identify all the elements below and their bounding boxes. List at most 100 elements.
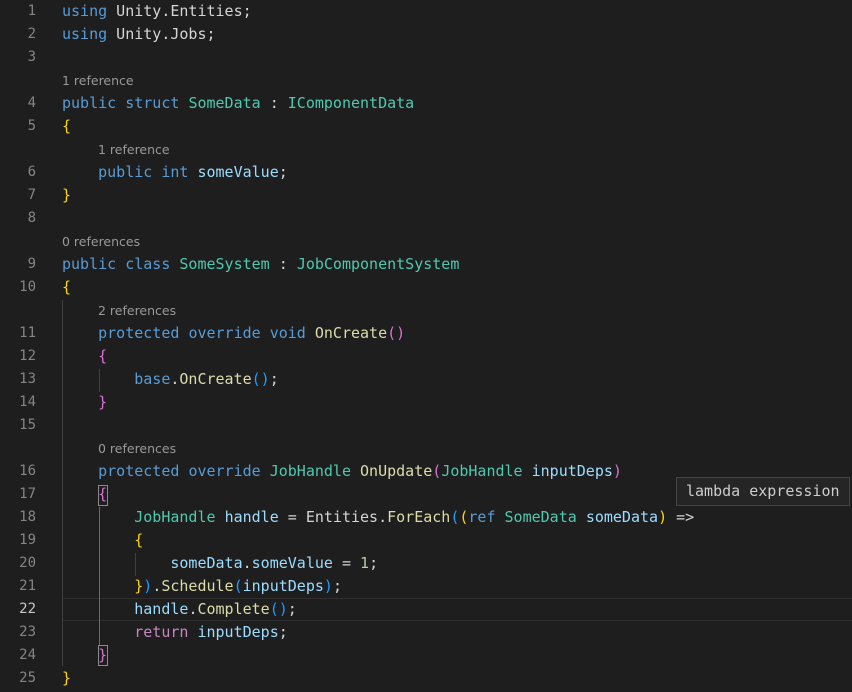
line-code[interactable]: return inputDeps; (62, 621, 288, 644)
code-line[interactable]: 12 { (0, 345, 852, 368)
line-number: 21 (19, 578, 36, 594)
code-line[interactable]: 10 { (0, 276, 852, 299)
codelens-references[interactable]: 0 references (62, 230, 140, 253)
codelens-references[interactable]: 0 references (98, 437, 176, 460)
code-line[interactable]: 5{ (0, 115, 852, 138)
line-code[interactable]: protected override void OnCreate() (62, 322, 405, 345)
code-line[interactable]: 13 base.OnCreate(); (0, 368, 852, 391)
code-line[interactable]: 8 (0, 207, 852, 230)
line-number: 24 (19, 647, 36, 663)
code-token: public (98, 163, 153, 181)
line-code[interactable]: } (62, 644, 107, 667)
code-line[interactable]: 15 (0, 414, 852, 437)
code-token: ; (332, 577, 342, 595)
code-token: Unity.Jobs; (107, 25, 216, 43)
line-number: 22 (19, 601, 36, 617)
code-line[interactable]: 21 }).Schedule(inputDeps); (0, 575, 852, 598)
codelens-references[interactable]: 2 references (98, 299, 176, 322)
line-code[interactable]: base.OnCreate(); (62, 368, 279, 391)
code-line[interactable]: 6 public int someValue; (0, 161, 852, 184)
line-code[interactable]: someData.someValue = 1; (62, 552, 378, 575)
code-token: { (62, 278, 72, 296)
code-token: ) (658, 508, 668, 526)
codelens-references[interactable]: 1 reference (98, 138, 170, 161)
code-line[interactable]: 19 { (0, 529, 852, 552)
code-token: handle (224, 508, 279, 526)
code-line[interactable]: 4 public struct SomeData : IComponentData (0, 92, 852, 115)
line-number: 2 (27, 26, 36, 42)
line-code[interactable]: } (62, 667, 71, 690)
line-code[interactable]: using Unity.Entities; (62, 0, 252, 23)
code-token: int (161, 163, 189, 181)
code-line[interactable]: 11 protected override void OnCreate() (0, 322, 852, 345)
line-code[interactable]: { (62, 115, 71, 138)
line-code[interactable]: public int someValue; (62, 161, 288, 184)
line-code[interactable]: protected override JobHandle OnUpdate(Jo… (62, 460, 622, 483)
code-token: } (134, 577, 144, 595)
code-line[interactable]: 9 public class SomeSystem : JobComponentS… (0, 253, 852, 276)
code-line[interactable]: 7} (0, 184, 852, 207)
code-token: inputDeps (197, 623, 279, 641)
code-editor[interactable]: 1 using Unity.Entities; 2 using Unity.Jobs;… (0, 0, 852, 692)
code-token: { (134, 531, 144, 549)
code-token: ; (269, 370, 279, 388)
code-token: ref (468, 508, 496, 526)
code-token: using (62, 2, 108, 20)
line-code[interactable]: public struct SomeData : IComponentData (62, 92, 414, 115)
line-code[interactable]: } (62, 391, 107, 414)
line-code[interactable]: { (62, 276, 71, 299)
code-line[interactable]: 23 return inputDeps; (0, 621, 852, 644)
code-line[interactable]: 3 (0, 46, 852, 69)
code-line[interactable]: 18 JobHandle handle = Entities.ForEach((… (0, 506, 852, 529)
line-number: 5 (27, 118, 36, 134)
code-token: base (134, 370, 171, 388)
code-token: } (98, 646, 108, 664)
line-number: 4 (27, 95, 36, 111)
code-token: ; (287, 600, 297, 618)
code-token: ) (612, 462, 622, 480)
code-line[interactable]: 14 } (0, 391, 852, 414)
code-token: protected (98, 462, 180, 480)
code-token: void (269, 324, 306, 342)
line-code[interactable]: using Unity.Jobs; (62, 23, 216, 46)
code-token: = (332, 554, 361, 572)
code-token: . (242, 554, 252, 572)
line-code[interactable]: { (62, 345, 107, 368)
code-token: someData (170, 554, 243, 572)
line-code[interactable]: { (62, 483, 107, 506)
line-code[interactable]: JobHandle handle = Entities.ForEach((ref… (62, 506, 694, 529)
code-line[interactable]: 1 using Unity.Entities; (0, 0, 852, 23)
code-token: Unity.Entities; (107, 2, 252, 20)
code-line[interactable]: 2 using Unity.Jobs; (0, 23, 852, 46)
code-line[interactable]: 25} (0, 667, 852, 690)
line-code[interactable]: public class SomeSystem : JobComponentSy… (62, 253, 459, 276)
code-token: => (667, 508, 695, 526)
code-token: ForEach (387, 508, 451, 526)
code-token: } (62, 186, 72, 204)
code-line[interactable]: 20 someData.someValue = 1; (0, 552, 852, 575)
code-token: ( (432, 462, 442, 480)
line-number: 7 (27, 187, 36, 203)
line-number: 14 (19, 394, 36, 410)
line-number: 20 (19, 555, 36, 571)
code-token: class (125, 255, 171, 273)
codelens-references[interactable]: 1 reference (62, 69, 134, 92)
code-line[interactable]: 24 } (0, 644, 852, 667)
line-code[interactable]: handle.Complete(); (62, 598, 297, 621)
line-code[interactable]: } (62, 184, 71, 207)
line-code[interactable]: { (62, 529, 143, 552)
line-number: 9 (27, 256, 36, 272)
code-token: { (98, 485, 108, 503)
code-line[interactable]: 22 handle.Complete(); (0, 598, 852, 621)
code-token: ) (143, 577, 153, 595)
line-code[interactable]: }).Schedule(inputDeps); (62, 575, 342, 598)
